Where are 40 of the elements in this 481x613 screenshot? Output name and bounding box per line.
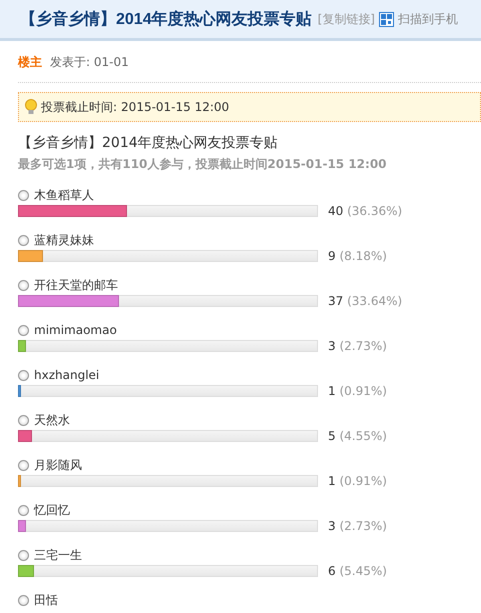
option-label: 天然水 (34, 412, 70, 428)
vote-count: 37 (33.64%) (328, 295, 402, 307)
deadline-label: 投票截止时间: (41, 98, 118, 116)
radio-button[interactable] (18, 324, 29, 336)
option-label: hxzhanglei (34, 367, 100, 383)
poll-summary: 最多可选1项，共有110人参与，投票截止时间2015-01-15 12:00 (18, 156, 388, 173)
option-label: 木鱼稻草人 (34, 187, 94, 203)
copy-link[interactable]: [复制链接] (318, 10, 375, 28)
scan-to-phone-link[interactable]: 扫描到手机 (398, 10, 458, 28)
radio-button[interactable] (18, 460, 29, 470)
option-label: 月影随风 (34, 457, 82, 473)
option-label: mimimaomao (34, 322, 117, 338)
post-time: 发表于: 01-01 (50, 54, 129, 70)
option-label: 开往天堂的邮车 (34, 277, 118, 293)
option-label: 忆回忆 (34, 502, 70, 518)
vote-count: 3 (2.73%) (328, 340, 387, 352)
option-label: 蓝精灵妹妹 (34, 232, 94, 248)
vote-count: 6 (5.45%) (328, 565, 387, 577)
author-label: 楼主 (18, 54, 42, 70)
vote-count: 9 (8.18%) (328, 250, 387, 262)
vote-count: 1 (0.91%) (328, 475, 387, 487)
radio-button[interactable] (18, 504, 29, 516)
poll-title: 【乡音乡情】2014年度热心网友投票专贴 (18, 134, 279, 153)
radio-button[interactable] (18, 280, 29, 290)
vote-count: 40 (36.36%) (328, 205, 402, 217)
deadline-time: 2015-01-15 12:00 (121, 100, 230, 114)
vote-count: 5 (4.55%) (328, 430, 387, 442)
radio-button[interactable] (18, 190, 29, 200)
radio-button[interactable] (18, 370, 29, 380)
option-label: 田恬 (34, 592, 58, 608)
radio-button[interactable] (18, 414, 29, 426)
light-bulb-icon (25, 99, 37, 115)
thread-title: 【乡音乡情】2014年度热心网友投票专贴 (20, 9, 312, 30)
radio-button[interactable] (18, 234, 29, 246)
vote-count: 3 (2.73%) (328, 520, 387, 532)
radio-button[interactable] (18, 594, 29, 606)
option-label: 三宅一生 (34, 547, 82, 563)
vote-count: 1 (0.91%) (328, 385, 387, 397)
radio-button[interactable] (18, 550, 29, 560)
qr-code-icon (378, 12, 394, 26)
